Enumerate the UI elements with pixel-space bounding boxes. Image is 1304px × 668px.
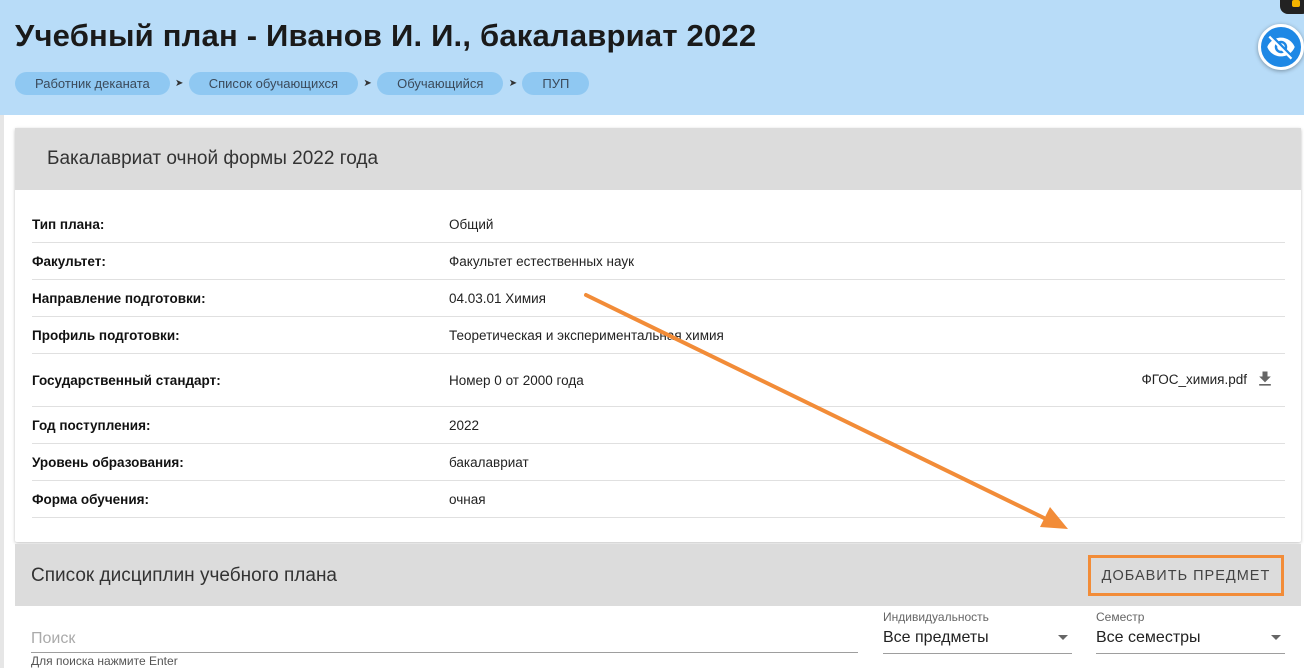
chevron-right-icon: ➤ — [175, 78, 184, 89]
download-icon[interactable] — [1255, 369, 1275, 389]
breadcrumb-item-pup[interactable]: ПУП — [522, 72, 590, 95]
info-label: Год поступления: — [32, 418, 151, 433]
chevron-right-icon: ➤ — [363, 78, 372, 89]
info-row-profile: Профиль подготовки: Теоретическая и эксп… — [32, 317, 1285, 354]
info-value: Номер 0 от 2000 года — [449, 373, 584, 388]
plan-card-header: Бакалавриат очной формы 2022 года — [15, 128, 1301, 190]
search-input[interactable] — [31, 627, 858, 651]
info-value: бакалавриат — [449, 455, 529, 470]
search-field[interactable] — [31, 627, 858, 653]
info-row-faculty: Факультет: Факультет естественных наук — [32, 243, 1285, 280]
info-label: Уровень образования: — [32, 455, 184, 470]
info-label: Тип плана: — [32, 217, 105, 232]
plan-info-table: Тип плана: Общий Факультет: Факультет ес… — [32, 206, 1285, 518]
info-label: Направление подготовки: — [32, 291, 206, 306]
info-row-education-level: Уровень образования: бакалавриат — [32, 444, 1285, 481]
plan-info-card: Бакалавриат очной формы 2022 года Тип пл… — [15, 128, 1301, 542]
info-label: Профиль подготовки: — [32, 328, 180, 343]
semester-label: Семестр — [1096, 610, 1145, 624]
info-row-direction: Направление подготовки: 04.03.01 Химия — [32, 280, 1285, 317]
breadcrumb: Работник деканата ➤ Список обучающихся ➤… — [15, 72, 590, 95]
info-row-plan-type: Тип плана: Общий — [32, 206, 1285, 243]
semester-select[interactable]: Семестр Все семестры — [1096, 610, 1285, 654]
info-value: 04.03.01 Химия — [449, 291, 546, 306]
individuality-value: Все предметы — [883, 629, 989, 646]
info-value: 2022 — [449, 418, 480, 433]
info-value: Общий — [449, 217, 494, 232]
info-row-study-form: Форма обучения: очная — [32, 481, 1285, 518]
standard-file-name: ФГОС_химия.pdf — [1141, 371, 1247, 387]
visibility-toggle-button[interactable] — [1258, 24, 1304, 70]
info-row-state-standard: Государственный стандарт: Номер 0 от 200… — [32, 354, 1285, 407]
chevron-right-icon: ➤ — [508, 78, 518, 89]
breadcrumb-item-dean-worker[interactable]: Работник деканата — [15, 72, 170, 95]
disciplines-section-header: Список дисциплин учебного плана ДОБАВИТЬ… — [15, 544, 1301, 606]
individuality-select[interactable]: Индивидуальность Все предметы — [883, 610, 1072, 654]
individuality-label: Индивидуальность — [883, 610, 989, 624]
left-edge-bar — [0, 115, 4, 668]
breadcrumb-item-student[interactable]: Обучающийся — [377, 72, 504, 95]
info-row-admission-year: Год поступления: 2022 — [32, 407, 1285, 444]
info-label: Факультет: — [32, 254, 106, 269]
page-title: Учебный план - Иванов И. И., бакалавриат… — [15, 18, 757, 53]
chevron-down-icon — [1271, 635, 1281, 640]
page-header: Учебный план - Иванов И. И., бакалавриат… — [0, 0, 1304, 115]
corner-notification-icon[interactable] — [1280, 0, 1304, 14]
standard-file-link[interactable]: ФГОС_химия.pdf — [1141, 369, 1275, 389]
add-subject-button[interactable]: ДОБАВИТЬ ПРЕДМЕТ — [1088, 555, 1284, 596]
info-value: Факультет естественных наук — [449, 254, 635, 269]
disciplines-filters: Для поиска нажмите Enter Индивидуальност… — [15, 606, 1301, 668]
search-hint: Для поиска нажмите Enter — [31, 654, 178, 668]
breadcrumb-item-students-list[interactable]: Список обучающихся — [188, 72, 359, 95]
chevron-down-icon — [1058, 635, 1068, 640]
info-value: Теоретическая и экспериментальная химия — [449, 328, 724, 343]
semester-value: Все семестры — [1096, 629, 1201, 646]
eye-off-icon — [1267, 35, 1295, 60]
disciplines-title: Список дисциплин учебного плана — [31, 565, 338, 586]
info-value: очная — [449, 492, 486, 507]
info-label: Государственный стандарт: — [32, 373, 221, 388]
info-label: Форма обучения: — [32, 492, 149, 507]
